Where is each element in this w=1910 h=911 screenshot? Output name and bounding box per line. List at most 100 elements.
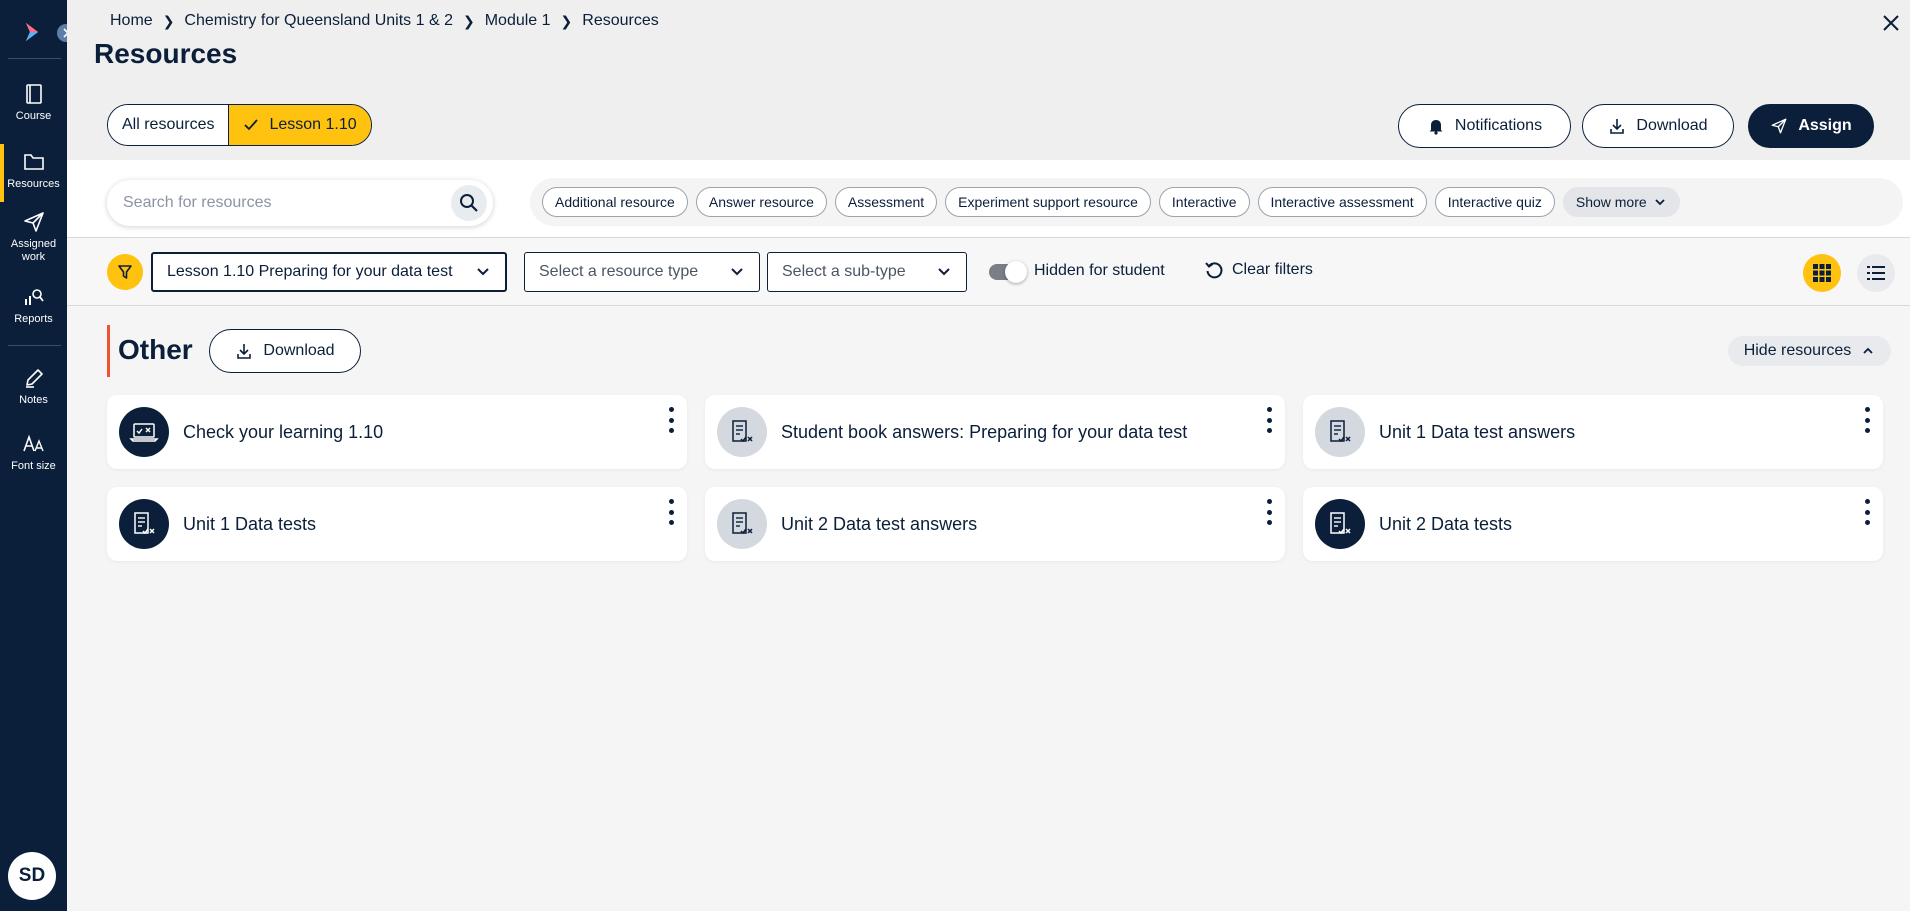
resource-card[interactable]: Check your learning 1.10	[107, 395, 687, 469]
resource-card[interactable]: Student book answers: Preparing for your…	[705, 395, 1285, 469]
chevron-down-icon	[731, 268, 743, 276]
show-more-label: Show more	[1575, 194, 1647, 210]
resource-type-badge	[1315, 499, 1365, 549]
hidden-for-student-toggle[interactable]	[989, 261, 1027, 283]
chevron-down-icon	[477, 268, 489, 276]
bell-icon	[1429, 120, 1443, 135]
filter-button[interactable]	[107, 254, 143, 290]
sidebar-item-notes[interactable]: Notes	[0, 366, 67, 407]
sidebar-item-label: Assigned work	[10, 238, 57, 263]
download-label: Download	[1636, 117, 1708, 134]
breadcrumb-course[interactable]: Chemistry for Queensland Units 1 & 2	[184, 12, 453, 30]
filter-icon	[118, 265, 132, 279]
sidebar: Course Resources Assigned work Reports N…	[0, 0, 77, 911]
chevron-right-icon: ❯	[162, 12, 175, 29]
breadcrumb: Home ❯ Chemistry for Queensland Units 1 …	[110, 12, 659, 30]
resource-type-select-value: Select a resource type	[539, 263, 699, 280]
chevron-right-icon: ❯	[560, 12, 573, 29]
resource-type-badge	[1315, 407, 1365, 457]
tag-interactive[interactable]: Interactive	[1158, 187, 1250, 217]
sidebar-divider	[8, 345, 61, 346]
resource-type-badge	[119, 499, 169, 549]
clear-filters-label: Clear filters	[1232, 261, 1313, 278]
chevron-down-icon	[1655, 199, 1665, 206]
sidebar-item-course[interactable]: Course	[0, 82, 67, 123]
chevron-down-icon	[938, 268, 950, 276]
list-view-button[interactable]	[1857, 254, 1895, 292]
folder-icon	[23, 154, 44, 170]
lesson-select[interactable]: Lesson 1.10 Preparing for your data test	[151, 252, 507, 292]
resource-type-tags: Additional resource Answer resource Asse…	[530, 178, 1903, 226]
resource-card[interactable]: Unit 2 Data test answers	[705, 487, 1285, 561]
assign-label: Assign	[1798, 117, 1852, 134]
sidebar-item-assigned-work[interactable]: Assigned work	[0, 210, 67, 264]
tag-interactive-quiz[interactable]: Interactive quiz	[1434, 187, 1555, 217]
all-resources-label: All resources	[122, 116, 215, 133]
check-icon	[244, 119, 259, 131]
search-input[interactable]	[123, 194, 443, 212]
sub-type-select[interactable]: Select a sub-type	[767, 252, 967, 292]
app-logo-icon[interactable]	[20, 20, 44, 44]
hide-resources-button[interactable]: Hide resources	[1728, 336, 1891, 366]
more-options-icon[interactable]	[665, 407, 677, 433]
answer-doc-icon	[1330, 420, 1351, 443]
reports-icon	[24, 289, 44, 305]
download-all-button[interactable]: Download	[1582, 104, 1734, 148]
download-icon	[1610, 119, 1625, 134]
resource-type-select[interactable]: Select a resource type	[524, 252, 760, 292]
section-title: Other	[118, 334, 193, 365]
breadcrumb-module[interactable]: Module 1	[485, 12, 551, 30]
search-band: Additional resource Answer resource Asse…	[67, 160, 1910, 238]
sidebar-item-label: Notes	[19, 394, 48, 406]
tag-answer-resource[interactable]: Answer resource	[695, 187, 827, 217]
sidebar-item-resources[interactable]: Resources	[0, 144, 67, 202]
user-avatar[interactable]: SD	[8, 852, 56, 900]
show-more-button[interactable]: Show more	[1562, 187, 1680, 217]
resource-card[interactable]: Unit 2 Data tests	[1303, 487, 1883, 561]
tag-assessment[interactable]: Assessment	[834, 187, 938, 217]
toggle-knob	[1005, 261, 1027, 283]
filter-bar: Lesson 1.10 Preparing for your data test…	[67, 238, 1910, 306]
more-options-icon[interactable]	[1263, 407, 1275, 433]
close-icon[interactable]	[1880, 12, 1902, 34]
resource-type-badge	[119, 407, 169, 457]
more-options-icon[interactable]	[1861, 499, 1873, 525]
pencil-icon	[25, 369, 43, 388]
lesson-filter-button[interactable]: Lesson 1.10	[228, 105, 371, 145]
resource-card-title: Student book answers: Preparing for your…	[781, 421, 1188, 442]
resource-scope-toggle: All resources Lesson 1.10	[107, 104, 372, 146]
tag-interactive-assessment[interactable]: Interactive assessment	[1257, 187, 1427, 217]
breadcrumb-home[interactable]: Home	[110, 12, 153, 30]
chevron-up-icon	[1863, 347, 1873, 354]
tag-experiment-support-resource[interactable]: Experiment support resource	[945, 187, 1151, 217]
more-options-icon[interactable]	[665, 499, 677, 525]
resource-card[interactable]: Unit 1 Data tests	[107, 487, 687, 561]
answer-doc-icon	[732, 420, 753, 443]
send-icon	[1771, 118, 1787, 134]
more-options-icon[interactable]	[1263, 499, 1275, 525]
grid-view-button[interactable]	[1803, 254, 1841, 292]
search-button[interactable]	[451, 185, 487, 221]
sidebar-item-label: Resources	[7, 178, 60, 190]
assign-button[interactable]: Assign	[1748, 104, 1874, 148]
grid-icon	[1813, 264, 1831, 282]
section-download-label: Download	[263, 342, 335, 359]
sidebar-divider	[8, 58, 61, 59]
font-size-icon	[22, 434, 44, 452]
notifications-button[interactable]: Notifications	[1398, 104, 1571, 148]
more-options-icon[interactable]	[1861, 407, 1873, 433]
hidden-for-student-label: Hidden for student	[1034, 262, 1165, 279]
section-download-button[interactable]: Download	[209, 329, 361, 373]
sidebar-item-reports[interactable]: Reports	[0, 285, 67, 326]
sidebar-item-font-size[interactable]: Font size	[0, 432, 67, 473]
book-icon	[25, 84, 42, 104]
resource-card-title: Unit 2 Data tests	[1379, 513, 1513, 534]
sidebar-item-label: Reports	[14, 313, 53, 325]
all-resources-button[interactable]: All resources	[108, 105, 229, 145]
resource-card[interactable]: Unit 1 Data test answers	[1303, 395, 1883, 469]
resource-card-title: Unit 1 Data test answers	[1379, 421, 1576, 442]
sub-type-select-value: Select a sub-type	[782, 263, 906, 280]
tag-additional-resource[interactable]: Additional resource	[542, 187, 688, 217]
clear-filters-button[interactable]: Clear filters	[1204, 260, 1313, 280]
download-icon	[237, 344, 252, 359]
